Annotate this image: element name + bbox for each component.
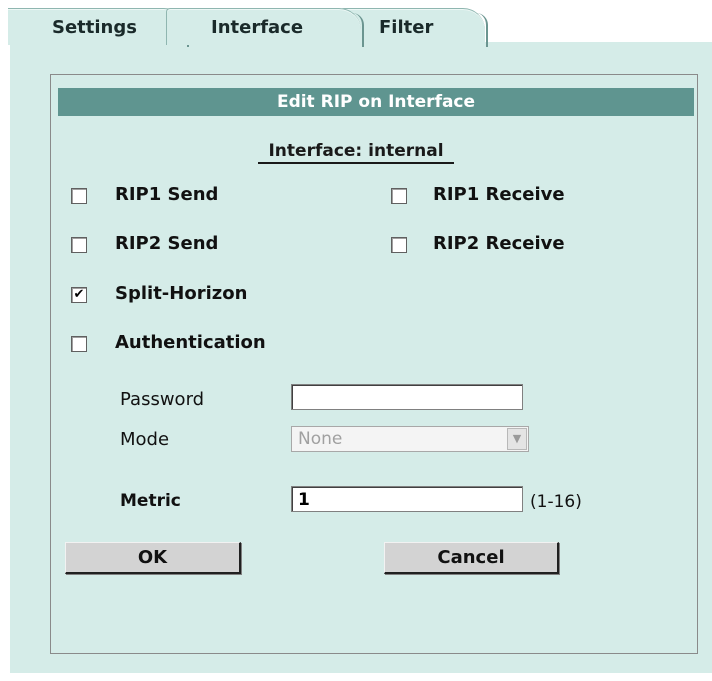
mode-select[interactable]: None ▼ [291, 426, 529, 452]
rip1-receive-checkbox[interactable] [391, 188, 407, 204]
chevron-down-icon[interactable]: ▼ [507, 428, 527, 450]
mode-select-value: None [298, 429, 343, 449]
tab-interface[interactable]: Interface [166, 8, 364, 47]
authentication-label: Authentication [115, 332, 266, 353]
cancel-button-label: Cancel [437, 547, 505, 568]
tab-settings[interactable]: Settings [8, 8, 189, 47]
rip2-receive-label: RIP2 Receive [433, 233, 565, 254]
tab-settings-label: Settings [52, 16, 137, 38]
interface-heading-text: Interface: internal [258, 141, 454, 164]
rip1-send-label: RIP1 Send [115, 184, 219, 205]
rip2-send-checkbox[interactable] [71, 237, 87, 253]
password-label: Password [120, 389, 205, 410]
ok-button-label: OK [137, 547, 168, 568]
mode-label: Mode [120, 429, 170, 450]
split-horizon-checkbox[interactable]: ✔ [71, 287, 87, 303]
authentication-checkbox[interactable] [71, 336, 87, 352]
tab-filter-label: Filter [379, 16, 434, 38]
metric-range-hint: (1-16) [530, 492, 582, 512]
rip1-receive-label: RIP1 Receive [433, 184, 565, 205]
interface-heading: Interface: internal [0, 141, 712, 164]
split-horizon-label: Split-Horizon [115, 283, 248, 304]
metric-field[interactable]: 1 [291, 486, 523, 512]
cancel-button[interactable]: Cancel [384, 542, 559, 574]
dialog-title-text: Edit RIP on Interface [276, 92, 476, 112]
tab-interface-label: Interface [211, 16, 304, 38]
ok-button[interactable]: OK [65, 542, 241, 574]
rip1-send-checkbox[interactable] [71, 188, 87, 204]
rip2-send-label: RIP2 Send [115, 233, 219, 254]
password-field[interactable] [291, 384, 523, 410]
metric-label: Metric [120, 491, 181, 511]
dialog-title: Edit RIP on Interface [58, 88, 694, 116]
rip2-receive-checkbox[interactable] [391, 237, 407, 253]
